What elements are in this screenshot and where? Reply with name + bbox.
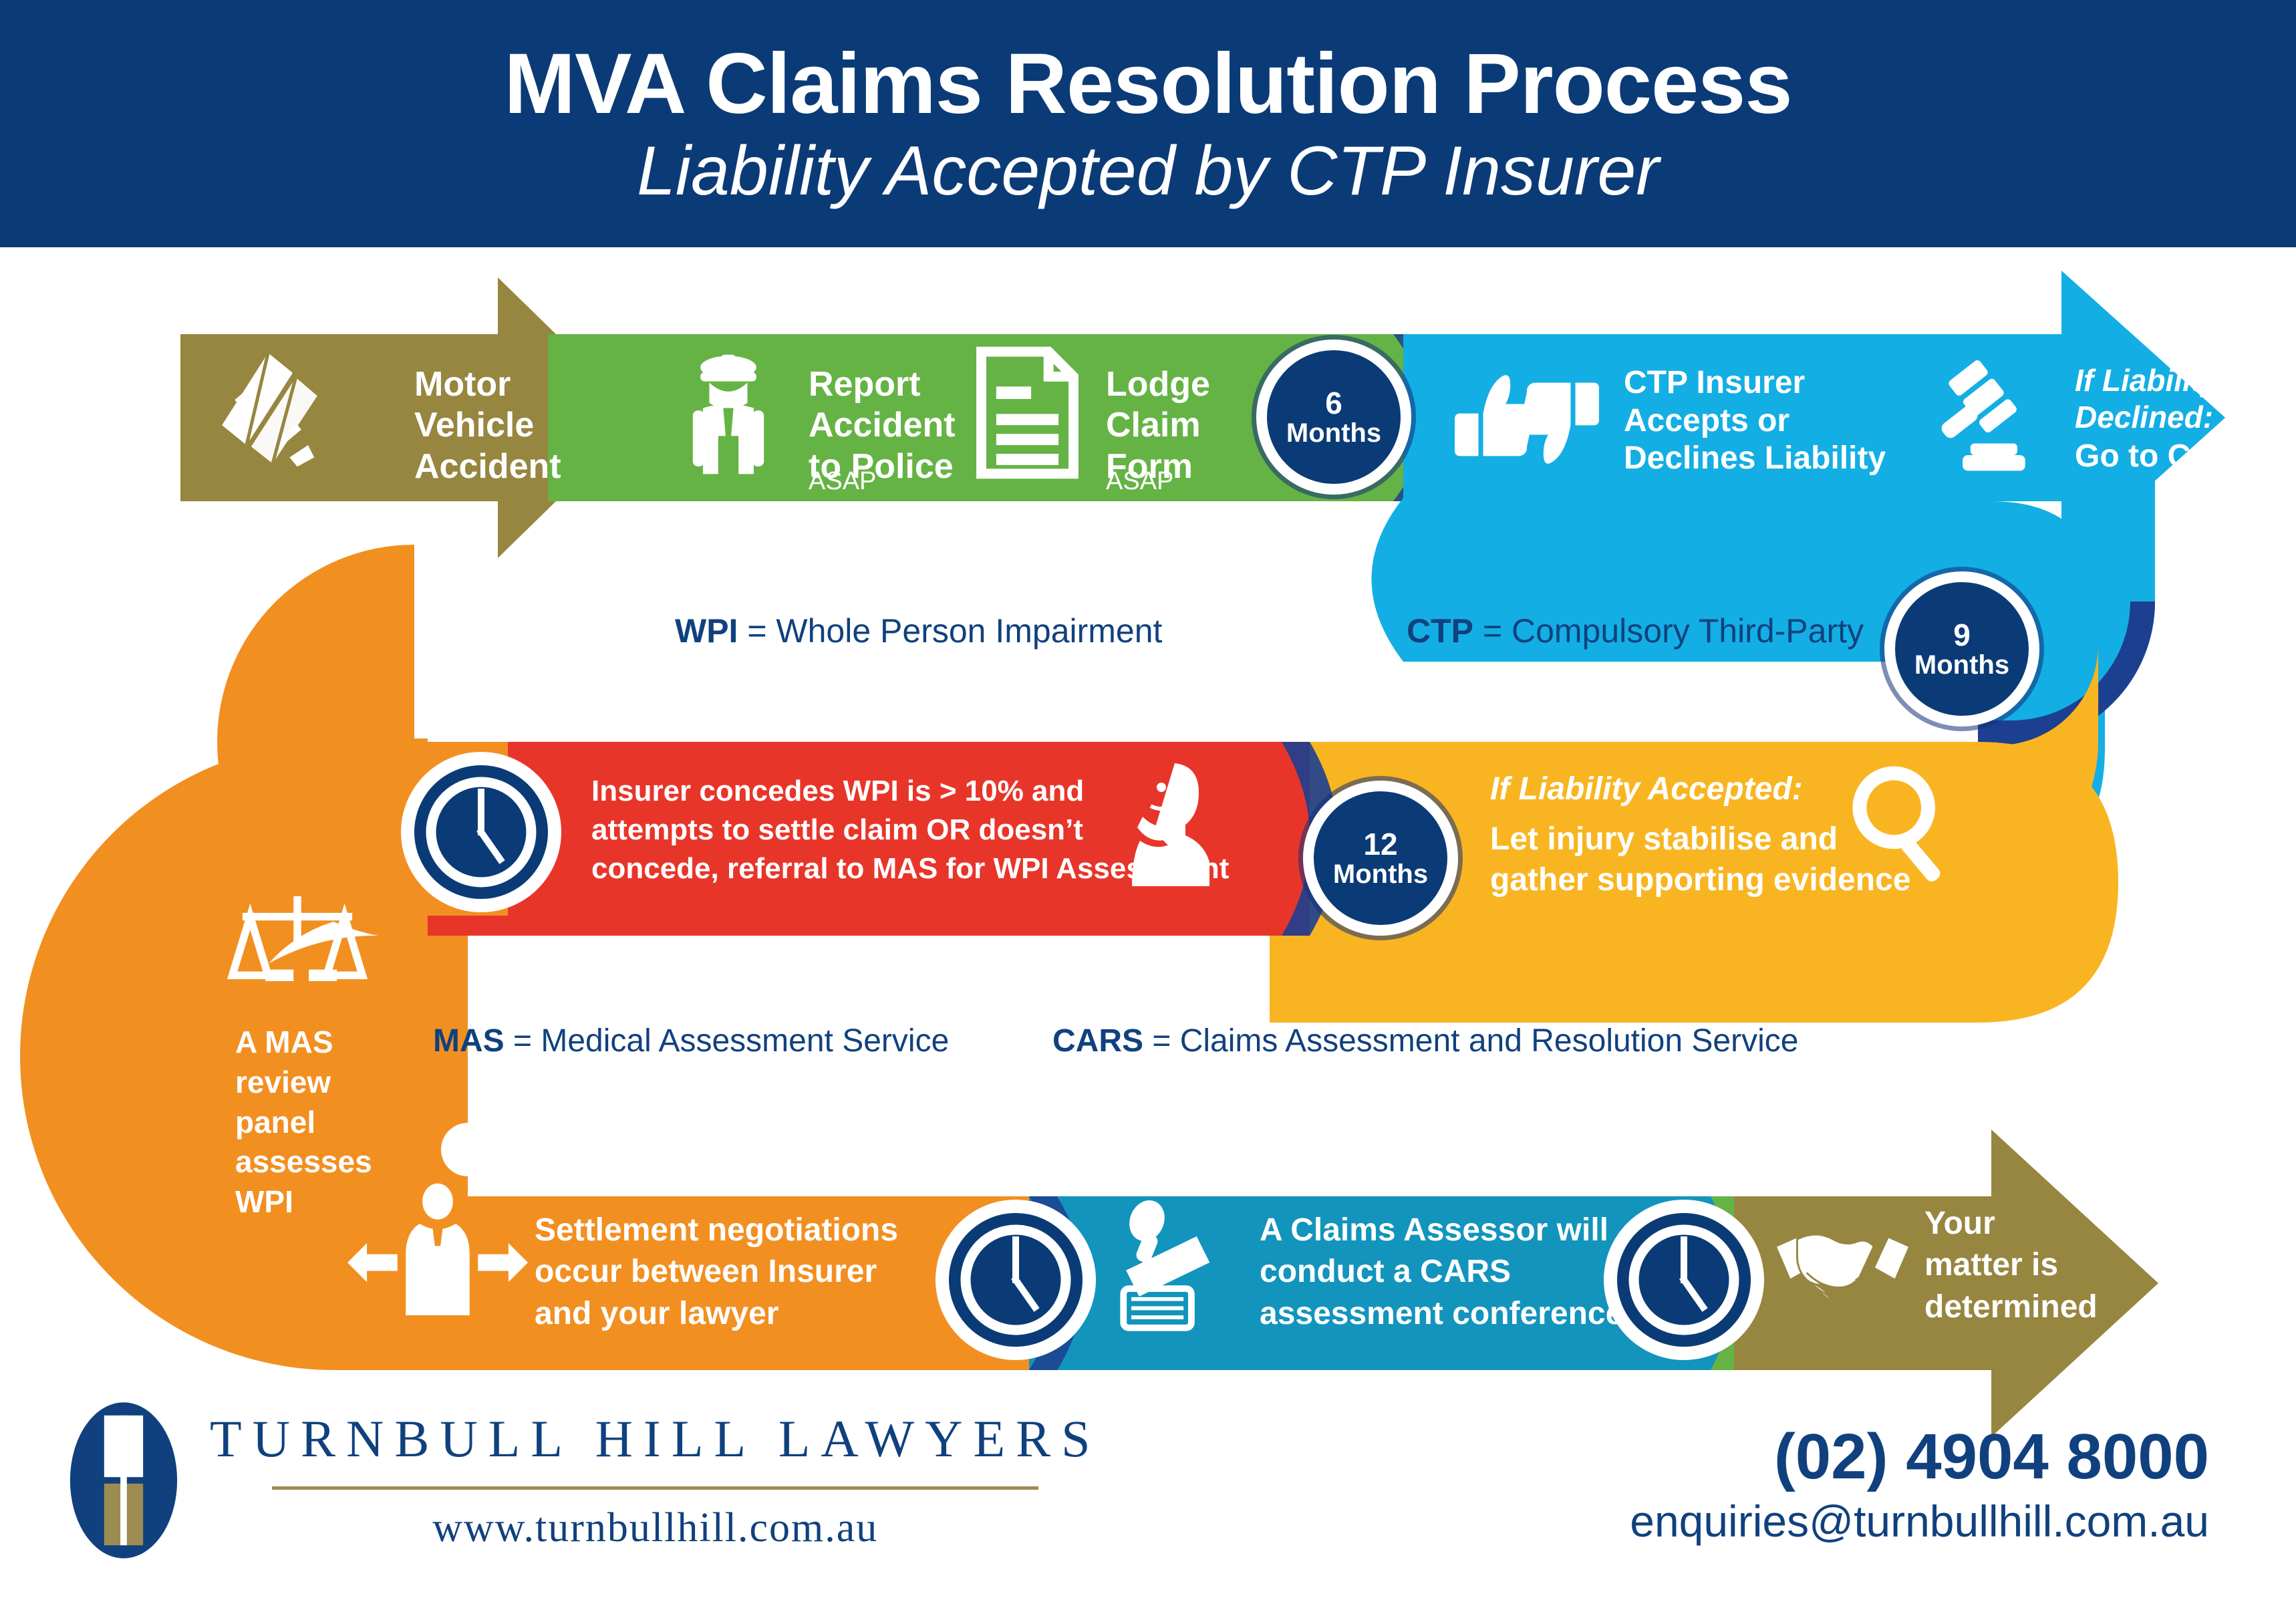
clock-icon xyxy=(398,749,565,916)
legend-wpi: WPI = Whole Person Impairment xyxy=(675,612,1162,650)
clock-icon-3 xyxy=(1600,1196,1767,1363)
milestone-9-months: 9 Months xyxy=(1884,571,2039,726)
label-matter-determined: Your matter is determined xyxy=(1924,1206,2098,1325)
clock-icon-2 xyxy=(932,1196,1099,1363)
page-title: MVA Claims Resolution Process xyxy=(504,36,1792,132)
label-cars-conference: A Claims Assessor will conduct a CARS as… xyxy=(1260,1212,1624,1331)
label-if-liability-declined: If Liability Declined: xyxy=(2075,363,2218,435)
contact-email[interactable]: enquiries@turnbullhill.com.au xyxy=(1630,1496,2209,1547)
legend-mas: MAS = Medical Assessment Service xyxy=(433,1023,949,1059)
milestone-9-number: 9 xyxy=(1953,617,1971,652)
label-go-to-court: Go to Court xyxy=(2075,438,2253,474)
orange-left-cap-helper xyxy=(217,545,428,939)
legend-mas-eq: = xyxy=(504,1023,541,1059)
legend-mas-definition: Medical Assessment Service xyxy=(541,1023,950,1059)
label-settlement-negotiations: Settlement negotiations occur between In… xyxy=(535,1212,899,1331)
label-if-liability-accepted: If Liability Accepted: xyxy=(1490,771,1803,807)
scales-of-justice-icon xyxy=(227,889,368,1016)
legend-ctp-definition: Compulsory Third-Party xyxy=(1511,612,1864,650)
note-lodge-asap: ASAP xyxy=(1106,467,1174,495)
milestone-6-number: 6 xyxy=(1325,385,1342,420)
label-motor-vehicle-accident: Motor Vehicle Accident xyxy=(414,365,561,486)
milestone-9-unit: Months xyxy=(1914,650,2010,680)
stamp-document-icon xyxy=(1103,1193,1246,1333)
legend-cars-eq: = xyxy=(1143,1023,1180,1059)
thumbs-up-down-icon xyxy=(1450,361,1604,478)
milestone-12-number: 12 xyxy=(1363,826,1398,861)
contact-phone[interactable]: (02) 4904 8000 xyxy=(1630,1423,2209,1491)
legend-ctp-eq: = xyxy=(1473,612,1512,650)
negotiation-person-icon xyxy=(347,1180,528,1323)
label-ctp-decision: CTP Insurer Accepts or Declines Liabilit… xyxy=(1624,365,1886,477)
handshake-icon xyxy=(1771,1213,1914,1313)
legend-cars-abbr: CARS xyxy=(1052,1023,1144,1059)
left-u-inner-mask xyxy=(508,936,548,1196)
legend-wpi-abbr: WPI xyxy=(675,612,738,650)
legend-mas-abbr: MAS xyxy=(433,1023,505,1059)
footer: TURNBULL HILL LAWYERS www.turnbullhill.c… xyxy=(0,1383,2296,1604)
legend-ctp: CTP = Compulsory Third-Party xyxy=(1407,612,1864,650)
legend-cars-definition: Claims Assessment and Resolution Service xyxy=(1179,1023,1799,1059)
police-officer-icon xyxy=(665,344,792,485)
turnbull-hill-logo-icon xyxy=(67,1397,180,1564)
milestone-6-months: 6 Months xyxy=(1256,340,1411,495)
infographic-root: MVA Claims Resolution Process Liability … xyxy=(0,0,2296,1604)
brand-website[interactable]: www.turnbullhill.com.au xyxy=(432,1504,878,1552)
brand-divider xyxy=(272,1486,1039,1490)
claim-form-icon xyxy=(969,344,1086,481)
brand-text-column: TURNBULL HILL LAWYERS www.turnbullhill.c… xyxy=(210,1409,1101,1552)
brand-block: TURNBULL HILL LAWYERS www.turnbullhill.c… xyxy=(67,1397,1101,1564)
contact-block: (02) 4904 8000 enquiries@turnbullhill.co… xyxy=(1630,1423,2209,1547)
magnifier-icon xyxy=(1844,762,1961,889)
header-banner: MVA Claims Resolution Process Liability … xyxy=(0,0,2296,247)
brand-name: TURNBULL HILL LAWYERS xyxy=(210,1410,1101,1468)
legend-wpi-definition: Whole Person Impairment xyxy=(776,612,1163,650)
page-subtitle: Liability Accepted by CTP Insurer xyxy=(637,132,1659,210)
milestone-12-unit: Months xyxy=(1332,859,1429,890)
milestone-6-unit: Months xyxy=(1286,418,1382,448)
car-crash-icon xyxy=(200,338,354,491)
legend-wpi-eq: = xyxy=(738,612,776,650)
milestone-12-months: 12 Months xyxy=(1303,781,1458,936)
legend-cars: CARS = Claims Assessment and Resolution … xyxy=(1052,1023,1798,1059)
legend-ctp-abbr: CTP xyxy=(1407,612,1473,650)
note-report-asap: ASAP xyxy=(809,467,877,495)
doctor-thinking-icon xyxy=(1116,755,1223,889)
gavel-icon xyxy=(1924,351,2058,481)
